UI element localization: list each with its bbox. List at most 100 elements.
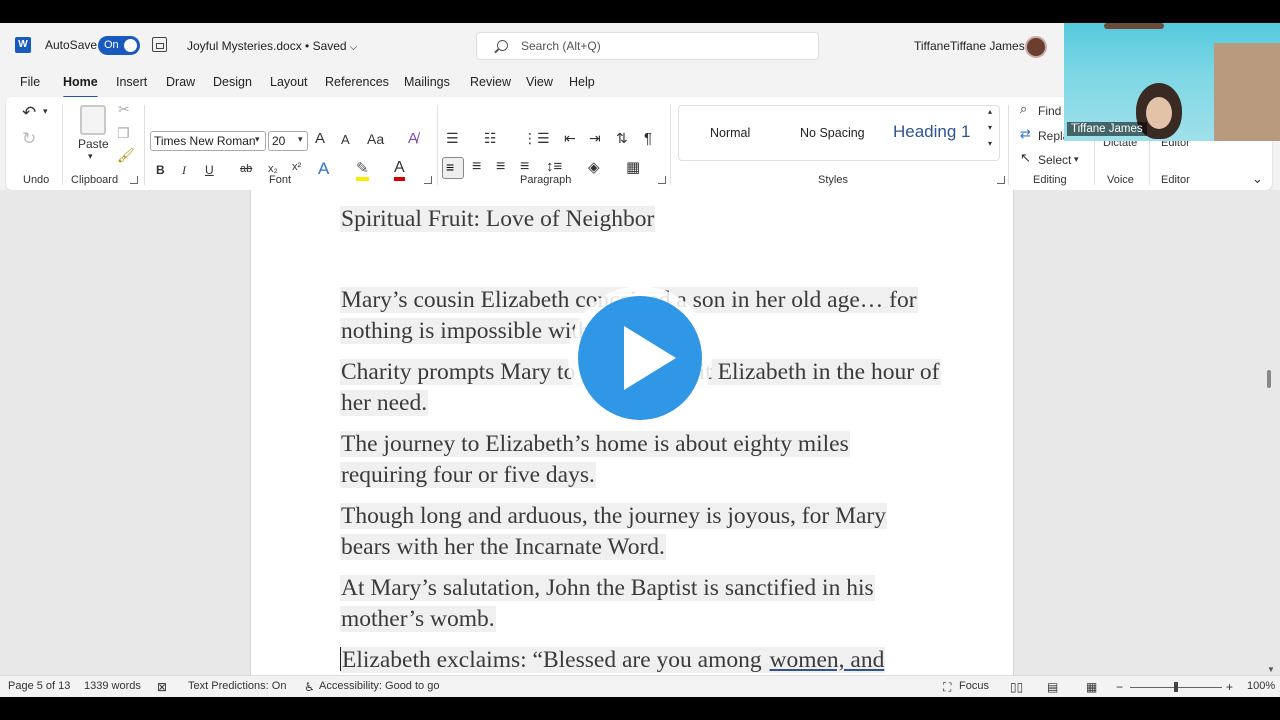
font-size-dropdown-icon[interactable]: ▾ [298, 134, 303, 145]
paste-dropdown-icon[interactable]: ▾ [88, 151, 93, 162]
paragraph-text: Elizabeth exclaims: “Blessed are you amo… [341, 647, 769, 673]
focus-button[interactable]: Focus [959, 680, 989, 692]
paste-icon[interactable] [80, 105, 106, 135]
autosave-toggle[interactable]: On [98, 36, 140, 55]
tab-insert[interactable]: Insert [116, 75, 147, 89]
save-icon[interactable] [152, 37, 167, 52]
align-left-button[interactable]: ≡ [442, 157, 464, 179]
increase-indent-icon[interactable]: ⇥ [589, 130, 601, 147]
shading-icon[interactable]: ◈ [588, 158, 600, 176]
decrease-indent-icon[interactable]: ⇤ [564, 130, 576, 147]
style-normal[interactable]: Normal [710, 126, 750, 140]
webcam-name-label: Tiffane James [1067, 122, 1147, 136]
document-canvas[interactable]: Spiritual Fruit: Love of Neighbor Mary’s… [0, 190, 1280, 685]
copy-icon[interactable]: ❐ [117, 125, 130, 142]
search-icon [497, 40, 508, 51]
sort-icon[interactable]: ⇅ [616, 130, 628, 147]
zoom-level[interactable]: 100% [1247, 680, 1275, 692]
font-launcher-icon[interactable] [424, 176, 432, 184]
tab-help[interactable]: Help [569, 75, 595, 89]
word-count[interactable]: 1339 words [84, 680, 141, 692]
undo-dropdown-icon[interactable]: ▾ [43, 106, 48, 117]
styles-more-icon[interactable]: ▾ [988, 139, 992, 148]
paragraph-launcher-icon[interactable] [658, 176, 666, 184]
accessibility-icon[interactable]: ♿ [304, 680, 315, 694]
replace-icon[interactable]: ⇄ [1020, 126, 1031, 142]
paragraph-text: Though long and arduous, the journey is … [340, 503, 887, 560]
select-dropdown-icon[interactable]: ▾ [1074, 154, 1079, 165]
zoom-slider-thumb[interactable] [1174, 682, 1178, 692]
tab-draw[interactable]: Draw [166, 75, 195, 89]
zoom-out-icon[interactable]: − [1116, 680, 1123, 694]
style-heading-1[interactable]: Heading 1 [893, 122, 971, 142]
document-title[interactable]: Joyful Mysteries.docx • Saved ⌵ [187, 39, 357, 53]
font-name-dropdown-icon[interactable]: ▾ [255, 134, 260, 145]
paragraph[interactable]: The journey to Elizabeth’s home is about… [340, 429, 940, 491]
read-mode-icon[interactable]: ▯▯ [1010, 680, 1023, 694]
format-painter-icon[interactable]: 🖌 [117, 147, 135, 164]
find-icon[interactable]: ⌕ [1020, 101, 1027, 117]
text-effects-button[interactable]: A [318, 159, 329, 179]
borders-icon[interactable]: ▦ [626, 158, 640, 176]
show-marks-icon[interactable]: ¶ [644, 130, 652, 147]
paragraph[interactable]: Though long and arduous, the journey is … [340, 501, 940, 563]
document-heading[interactable]: Spiritual Fruit: Love of Neighbor [340, 204, 940, 235]
font-name-select[interactable]: Times New Roman [150, 131, 266, 151]
ribbon-collapse-icon[interactable]: ⌄ [1252, 171, 1263, 187]
document-page[interactable]: Spiritual Fruit: Love of Neighbor Mary’s… [250, 190, 1014, 685]
tab-home[interactable]: Home [63, 75, 98, 99]
styles-launcher-icon[interactable] [997, 176, 1005, 184]
paste-button[interactable]: Paste [78, 137, 109, 151]
underline-button[interactable]: U [205, 163, 214, 177]
strikethrough-button[interactable]: ab [240, 163, 252, 175]
print-layout-icon[interactable]: ▤ [1047, 680, 1058, 694]
align-right-icon[interactable]: ≡ [496, 158, 505, 176]
find-button[interactable]: Find [1038, 104, 1061, 118]
page-count[interactable]: Page 5 of 13 [8, 680, 70, 692]
italic-button[interactable]: I [182, 163, 186, 178]
paragraph[interactable]: Elizabeth exclaims: “Blessed are you amo… [340, 645, 960, 676]
select-icon[interactable]: ↖ [1020, 150, 1031, 166]
numbering-icon[interactable]: ☷ [484, 130, 497, 147]
styles-scroll-up-icon[interactable]: ▴ [988, 107, 992, 116]
vertical-scrollbar-thumb[interactable] [1267, 370, 1271, 388]
select-button[interactable]: Select [1038, 153, 1071, 167]
avatar[interactable] [1025, 36, 1047, 58]
bullets-icon[interactable]: ☰ [446, 130, 459, 147]
tab-view[interactable]: View [526, 75, 553, 89]
highlight-icon[interactable]: ✎ [356, 159, 369, 181]
styles-scroll-down-icon[interactable]: ▾ [988, 123, 992, 132]
scroll-down-icon[interactable]: ▼ [1267, 665, 1275, 674]
superscript-button[interactable]: x² [292, 161, 301, 173]
tab-references[interactable]: References [325, 75, 389, 89]
tab-layout[interactable]: Layout [270, 75, 308, 89]
zoom-in-icon[interactable]: + [1226, 680, 1233, 694]
shrink-font-button[interactable]: A [341, 132, 350, 147]
user-name[interactable]: TiffaneTiffane James [914, 39, 1025, 53]
bold-button[interactable]: B [156, 163, 165, 177]
style-no-spacing[interactable]: No Spacing [800, 126, 865, 140]
grow-font-button[interactable]: A [315, 130, 325, 147]
focus-icon[interactable]: ⛶ [943, 680, 951, 695]
tab-design[interactable]: Design [213, 75, 252, 89]
align-center-icon[interactable]: ≡ [472, 158, 481, 176]
font-color-button[interactable]: A [394, 159, 405, 181]
clipboard-launcher-icon[interactable] [130, 176, 138, 184]
web-layout-icon[interactable]: ▦ [1086, 680, 1097, 694]
clear-formatting-icon[interactable]: A̸ [408, 130, 418, 147]
accessibility-status[interactable]: Accessibility: Good to go [319, 680, 439, 692]
cut-icon[interactable]: ✂ [118, 101, 130, 118]
paragraph[interactable]: At Mary’s salutation, John the Baptist i… [340, 573, 940, 635]
video-play-button[interactable] [568, 286, 712, 430]
proofing-icon[interactable]: ⊠ [157, 680, 167, 694]
multilevel-list-icon[interactable]: ⋮☰ [523, 130, 550, 147]
undo-icon[interactable]: ↶ [22, 103, 36, 123]
search-box[interactable]: Search (Alt+Q) [476, 32, 819, 60]
line-spacing-icon[interactable]: ↕≡ [546, 158, 562, 175]
tab-file[interactable]: File [20, 75, 40, 89]
redo-icon[interactable]: ↻ [22, 129, 36, 149]
change-case-button[interactable]: Aa [367, 131, 384, 147]
tab-review[interactable]: Review [470, 75, 511, 89]
tab-mailings[interactable]: Mailings [404, 75, 450, 89]
text-predictions[interactable]: Text Predictions: On [188, 680, 286, 692]
